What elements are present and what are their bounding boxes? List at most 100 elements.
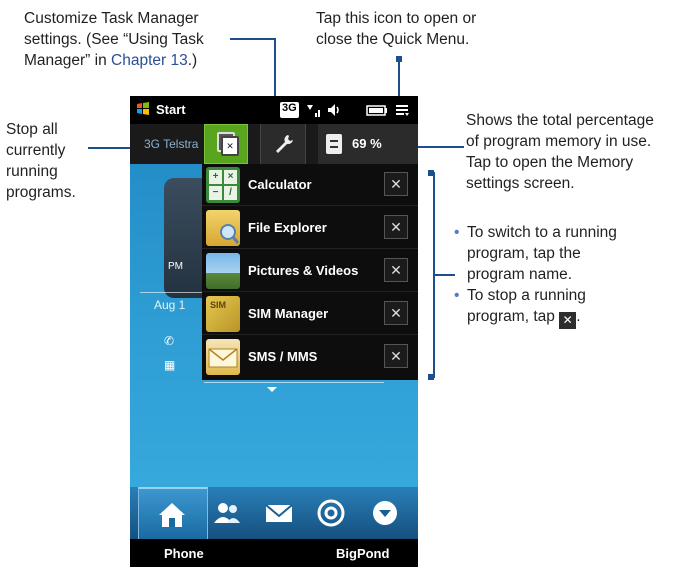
bullet-item: To switch to a running program, tap the … [454, 222, 679, 285]
calendar-icon: ▦ [164, 358, 176, 372]
memory-usage-button[interactable]: 69 % [318, 124, 418, 164]
bullet-text: program, tap [467, 308, 555, 325]
bullet-item: To stop a running program, tap ✕. [454, 285, 679, 329]
quick-menu-icon[interactable] [394, 102, 410, 118]
divider [204, 382, 384, 383]
tab-home[interactable] [138, 487, 208, 539]
softkey-bar: Phone BigPond [130, 539, 418, 567]
leader-dot [428, 170, 434, 176]
stop-all-callout-line: Stop all [6, 121, 58, 138]
memory-callout: Shows the total percentage of program me… [466, 110, 681, 194]
running-program-item[interactable]: + × − / Calculator ✕ [202, 164, 418, 206]
program-name[interactable]: File Explorer [248, 220, 327, 235]
customize-callout-text: .) [187, 52, 198, 69]
customize-callout: Customize Task Manager settings. (See “U… [24, 8, 244, 71]
signal-icon [307, 105, 320, 117]
more-tabs-icon[interactable] [370, 499, 400, 527]
close-program-button[interactable]: ✕ [384, 344, 408, 368]
running-program-item[interactable]: SIM SIM Manager ✕ [202, 293, 418, 335]
calc-key: / [224, 186, 237, 200]
task-manager-bar: 3G Telstra ✕ 69 % [130, 124, 418, 164]
3g-icon: 3G [280, 102, 299, 118]
windows-flag-icon[interactable] [136, 102, 150, 116]
internet-icon[interactable] [316, 499, 346, 527]
customize-callout-line: settings. (See “Using Task [24, 31, 204, 48]
bullet-line: program, tap ✕. [467, 306, 679, 329]
chapter-link[interactable]: Chapter 13 [111, 52, 188, 69]
calc-key: + [209, 170, 222, 184]
customize-callout-line: Manager” in Chapter 13.) [24, 50, 244, 71]
memory-callout-line: settings screen. [466, 175, 575, 192]
home-icon [159, 503, 185, 527]
program-name[interactable]: Calculator [248, 177, 312, 192]
calc-key: − [209, 186, 222, 200]
customize-callout-text: Manager” in [24, 52, 112, 69]
carrier-label: 3G Telstra [144, 137, 199, 151]
leader-line [435, 274, 455, 276]
close-program-button[interactable]: ✕ [384, 215, 408, 239]
bullet-text: . [576, 308, 581, 325]
memory-callout-line: of program memory in use. [466, 133, 652, 150]
stop-window-icon: ✕ [221, 136, 239, 156]
program-name[interactable]: Pictures & Videos [248, 263, 358, 278]
running-programs-list: + × − / Calculator ✕ File Explorer ✕ Pictur… [202, 164, 418, 380]
close-program-button[interactable]: ✕ [384, 258, 408, 282]
softkey-left[interactable]: Phone [164, 546, 204, 561]
status-bar: Start 3G [130, 96, 418, 124]
program-name[interactable]: SMS / MMS [248, 349, 317, 364]
program-name[interactable]: SIM Manager [248, 306, 328, 321]
task-manager-settings-button[interactable] [260, 124, 306, 164]
sms-mms-icon [206, 339, 240, 375]
bullet-line: To stop a running [467, 287, 586, 304]
battery-icon [366, 105, 387, 116]
quickmenu-callout-line: Tap this icon to open or [316, 10, 477, 27]
memory-callout-line: Shows the total percentage [466, 112, 654, 129]
stop-all-callout-line: running [6, 163, 58, 180]
memory-chip-icon [326, 134, 342, 154]
memory-callout-line: Tap to open the Memory [466, 154, 634, 171]
stop-all-callout-line: programs. [6, 184, 76, 201]
running-program-item[interactable]: File Explorer ✕ [202, 207, 418, 249]
phone-screen: Start 3G 3G Telstra ✕ 69 % PM Aug 1 ✆ ▦ … [130, 96, 418, 567]
envelope-icon [208, 348, 238, 368]
home-tab-bar [130, 487, 418, 539]
start-label[interactable]: Start [156, 102, 186, 117]
stop-all-button[interactable]: ✕ [204, 124, 248, 164]
calc-key: × [224, 170, 237, 184]
customize-callout-line: Customize Task Manager [24, 10, 199, 27]
date-label: Aug 1 [154, 298, 186, 312]
clock-ampm: PM [168, 261, 183, 272]
stop-all-callout: Stop all currently running programs. [6, 119, 96, 203]
missed-call-icon: ✆ [164, 334, 175, 348]
bullet-line: program, tap the [467, 245, 581, 262]
calculator-icon: + × − / [206, 167, 240, 203]
quickmenu-callout-line: close the Quick Menu. [316, 31, 470, 48]
softkey-right[interactable]: BigPond [336, 546, 389, 561]
quickmenu-callout: Tap this icon to open or close the Quick… [316, 8, 516, 50]
leader-line [230, 38, 276, 40]
pictures-videos-icon [206, 253, 240, 289]
memory-percentage: 69 % [352, 136, 382, 151]
running-programs-bullets: To switch to a running program, tap the … [454, 222, 679, 329]
bullet-line: To switch to a running [467, 224, 617, 241]
sim-manager-icon: SIM [206, 296, 240, 332]
stop-x-glyph: ✕ [226, 141, 234, 151]
close-icon: ✕ [559, 312, 577, 329]
leader-line [414, 146, 464, 148]
leader-dot [396, 56, 402, 62]
divider [140, 292, 206, 293]
speaker-icon [328, 104, 339, 116]
running-program-item[interactable]: SMS / MMS ✕ [202, 336, 418, 378]
people-icon[interactable] [212, 499, 242, 527]
wrench-icon [276, 135, 293, 153]
expand-caret-icon[interactable] [267, 387, 277, 392]
leader-dot [428, 374, 434, 380]
close-program-button[interactable]: ✕ [384, 172, 408, 196]
close-program-button[interactable]: ✕ [384, 301, 408, 325]
stop-all-callout-line: currently [6, 142, 66, 159]
magnifier-icon [220, 224, 240, 244]
bullet-line: program name. [467, 266, 573, 283]
mail-icon[interactable] [264, 499, 294, 527]
running-program-item[interactable]: Pictures & Videos ✕ [202, 250, 418, 292]
file-explorer-icon [206, 210, 240, 246]
